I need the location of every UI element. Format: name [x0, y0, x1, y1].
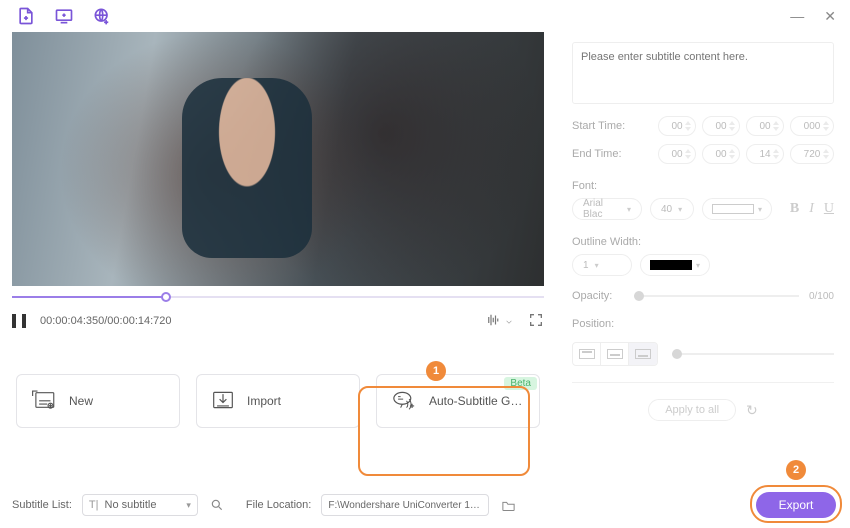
video-preview[interactable]	[12, 32, 544, 286]
file-location-field[interactable]: F:\Wondershare UniConverter 13\SubEdi...	[321, 494, 489, 516]
export-button[interactable]: Export	[756, 492, 836, 518]
beta-badge: Beta	[504, 377, 537, 390]
bold-button[interactable]: B	[790, 201, 799, 217]
subtitle-text-input[interactable]	[572, 42, 834, 104]
opacity-value: 0/100	[809, 291, 834, 302]
step-2-badge: 2	[786, 460, 806, 480]
auto-subtitle-card[interactable]: Beta Auto-Subtitle Generator	[376, 374, 540, 428]
step-1-badge: 1	[426, 361, 446, 381]
opacity-label: Opacity:	[572, 290, 624, 302]
auto-subtitle-label: Auto-Subtitle Generator	[429, 394, 525, 408]
start-ms[interactable]: 000	[790, 116, 834, 136]
add-screen-icon[interactable]	[54, 6, 74, 26]
position-middle[interactable]	[601, 343, 629, 365]
import-label: Import	[247, 394, 281, 408]
left-panel: 00:00:04:350/00:00:14:720 New	[0, 32, 556, 528]
minimize-button[interactable]: —	[790, 8, 804, 25]
apply-to-all-button[interactable]: Apply to all	[648, 399, 736, 421]
new-subtitle-card[interactable]: New	[16, 374, 180, 428]
file-location-value: F:\Wondershare UniConverter 13\SubEdi...	[328, 500, 482, 511]
waveform-icon[interactable]	[485, 313, 512, 330]
position-bottom[interactable]	[629, 343, 657, 365]
folder-icon[interactable]	[499, 496, 517, 514]
divider	[572, 382, 834, 383]
font-label: Font:	[572, 180, 834, 192]
outline-width-select[interactable]: 1▾	[572, 254, 632, 276]
end-hh[interactable]: 00	[658, 144, 696, 164]
auto-subtitle-icon	[391, 389, 417, 414]
outline-color-select[interactable]: ▾	[640, 254, 710, 276]
search-icon[interactable]	[208, 496, 226, 514]
end-mm[interactable]: 00	[702, 144, 740, 164]
titlebar: — ✕	[0, 0, 850, 32]
position-label: Position:	[572, 318, 834, 330]
subtitle-list-label: Subtitle List:	[12, 499, 72, 511]
font-color-select[interactable]: ▾	[702, 198, 772, 220]
import-subtitle-card[interactable]: Import	[196, 374, 360, 428]
position-slider[interactable]	[672, 353, 834, 355]
pause-button[interactable]	[12, 314, 26, 328]
subtitle-list-value: No subtitle	[105, 499, 157, 511]
start-hh[interactable]: 00	[658, 116, 696, 136]
end-time-label: End Time:	[572, 148, 640, 160]
new-icon	[31, 389, 57, 414]
file-location-label: File Location:	[246, 499, 311, 511]
opacity-slider[interactable]	[634, 295, 799, 297]
end-ms[interactable]: 720	[790, 144, 834, 164]
fullscreen-icon[interactable]	[528, 312, 544, 331]
subtitle-list-dropdown[interactable]: T| No subtitle ▾	[82, 494, 198, 516]
text-file-icon: T|	[89, 499, 99, 511]
add-url-icon[interactable]	[92, 6, 112, 26]
import-icon	[211, 389, 235, 414]
font-family-select[interactable]: Arial Blac▾	[572, 198, 642, 220]
time-display: 00:00:04:350/00:00:14:720	[40, 315, 172, 327]
start-mm[interactable]: 00	[702, 116, 740, 136]
timeline-scrubber[interactable]	[12, 290, 544, 304]
scrub-handle[interactable]	[161, 292, 171, 302]
start-time-label: Start Time:	[572, 120, 640, 132]
new-label: New	[69, 394, 93, 408]
right-panel: Start Time: 00 00 00 000 End Time: 00 00…	[556, 32, 850, 528]
reset-icon[interactable]: ↻	[746, 402, 758, 419]
end-ss[interactable]: 14	[746, 144, 784, 164]
font-size-select[interactable]: 40▾	[650, 198, 694, 220]
start-ss[interactable]: 00	[746, 116, 784, 136]
italic-button[interactable]: I	[809, 201, 814, 217]
outline-width-label: Outline Width:	[572, 236, 834, 248]
close-button[interactable]: ✕	[824, 8, 836, 25]
position-top[interactable]	[573, 343, 601, 365]
position-segmented	[572, 342, 658, 366]
underline-button[interactable]: U	[824, 201, 834, 217]
add-file-icon[interactable]	[16, 6, 36, 26]
